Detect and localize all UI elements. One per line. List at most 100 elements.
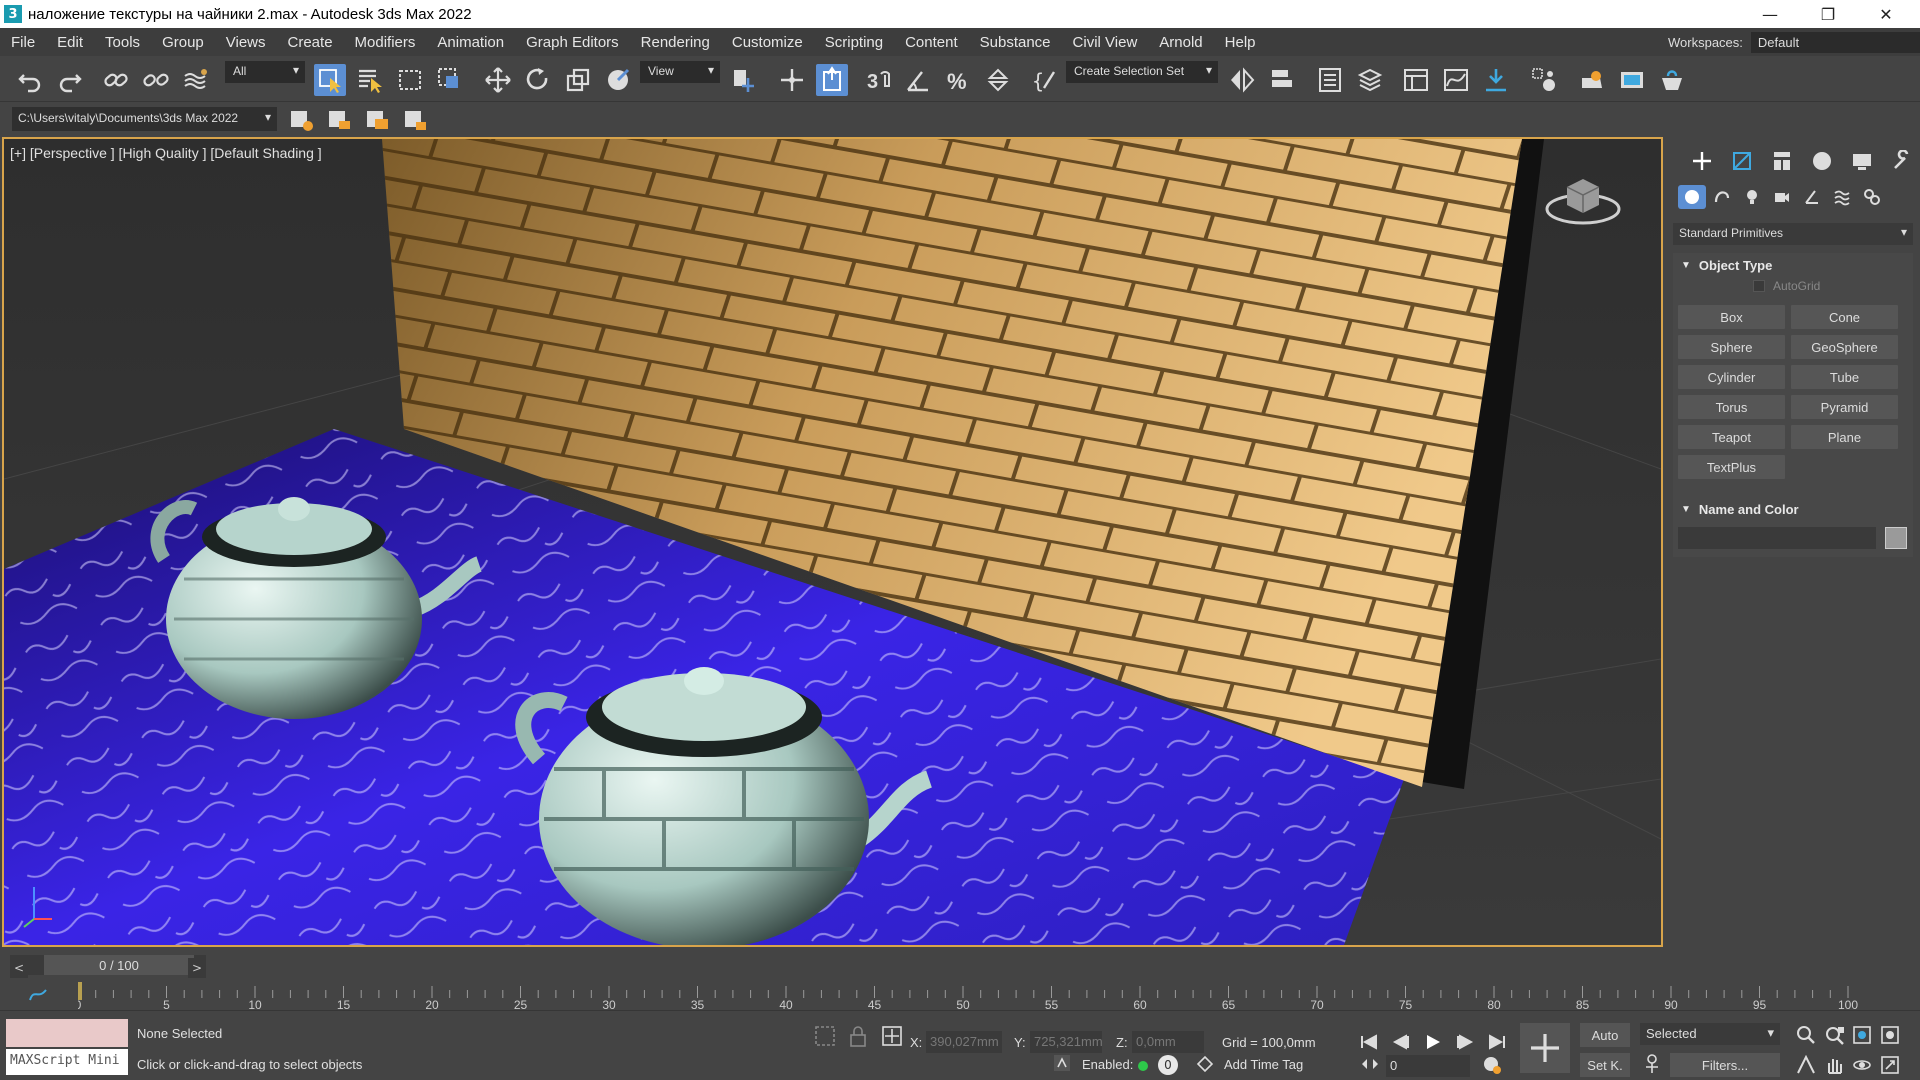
menu-content[interactable]: Content bbox=[894, 34, 969, 51]
render-frame-window-icon[interactable] bbox=[1616, 64, 1648, 96]
shapes-category-icon[interactable] bbox=[1708, 185, 1736, 209]
menu-civil-view[interactable]: Civil View bbox=[1062, 34, 1149, 51]
pivot-center-icon[interactable] bbox=[728, 64, 760, 96]
zoom-extents-all-icon[interactable] bbox=[1880, 1025, 1900, 1049]
selection-filter-dropdown[interactable]: All bbox=[225, 61, 305, 83]
object-color-swatch[interactable] bbox=[1885, 527, 1907, 549]
teapot-button[interactable]: Teapot bbox=[1678, 425, 1785, 449]
scene-explorer-icon[interactable] bbox=[1314, 64, 1346, 96]
go-to-start-icon[interactable] bbox=[1356, 1029, 1382, 1055]
systems-category-icon[interactable] bbox=[1858, 185, 1886, 209]
workspace-dropdown[interactable]: Default bbox=[1750, 32, 1920, 53]
hierarchy-tab-icon[interactable] bbox=[1768, 147, 1796, 175]
menu-modifiers[interactable]: Modifiers bbox=[344, 34, 427, 51]
plane-button[interactable]: Plane bbox=[1791, 425, 1898, 449]
percent-snap-icon[interactable]: % bbox=[942, 64, 974, 96]
geosphere-button[interactable]: GeoSphere bbox=[1791, 335, 1898, 359]
motion-tab-icon[interactable] bbox=[1808, 147, 1836, 175]
link-icon[interactable] bbox=[100, 64, 132, 96]
x-coordinate-field[interactable]: 390,027mm bbox=[926, 1031, 1002, 1053]
zoom-extents-icon[interactable] bbox=[1852, 1025, 1872, 1049]
add-time-tag-button[interactable]: Add Time Tag bbox=[1224, 1057, 1303, 1072]
menu-create[interactable]: Create bbox=[277, 34, 344, 51]
move-icon[interactable] bbox=[482, 64, 514, 96]
curve-editor-mini-icon[interactable] bbox=[28, 986, 48, 1006]
bind-space-warp-icon[interactable] bbox=[180, 64, 212, 96]
key-mode-toggle-icon[interactable] bbox=[1360, 1055, 1380, 1077]
align-icon[interactable] bbox=[1266, 64, 1298, 96]
geometry-category-icon[interactable] bbox=[1678, 185, 1706, 209]
space-warps-category-icon[interactable] bbox=[1828, 185, 1856, 209]
time-slider-next-button[interactable]: > bbox=[188, 958, 206, 978]
box-button[interactable]: Box bbox=[1678, 305, 1785, 329]
viewcube-icon[interactable] bbox=[1543, 169, 1623, 233]
project-path-dropdown[interactable]: C:\Users\vitaly\Documents\3ds Max 2022 bbox=[12, 107, 277, 131]
menu-animation[interactable]: Animation bbox=[426, 34, 515, 51]
set-key-button[interactable]: Set K. bbox=[1580, 1053, 1630, 1077]
maxscript-mini-listener[interactable]: MAXScript Mini bbox=[6, 1049, 128, 1075]
reference-coordinate-dropdown[interactable]: View bbox=[640, 61, 720, 83]
snaps-toggle-icon[interactable]: 3 bbox=[862, 64, 894, 96]
absolute-mode-icon[interactable] bbox=[880, 1024, 904, 1052]
render-production-icon[interactable] bbox=[1656, 64, 1688, 96]
scale-icon[interactable] bbox=[562, 64, 594, 96]
cameras-category-icon[interactable] bbox=[1768, 185, 1796, 209]
time-tag-icon[interactable] bbox=[1196, 1055, 1214, 1077]
frame-ruler[interactable]: 0510152025303540455055606570758085909510… bbox=[74, 978, 1868, 1012]
autogrid-checkbox[interactable]: AutoGrid bbox=[1753, 279, 1820, 293]
key-filter-dropdown[interactable]: Selected bbox=[1640, 1023, 1780, 1045]
modify-tab-icon[interactable] bbox=[1728, 147, 1756, 175]
restore-button[interactable]: ❐ bbox=[1799, 0, 1857, 28]
viewport-label[interactable]: [+] [Perspective ] [High Quality ] [Defa… bbox=[10, 145, 322, 161]
mirror-icon[interactable] bbox=[1226, 64, 1258, 96]
undo-icon[interactable] bbox=[14, 64, 46, 96]
enabled-toggle[interactable]: 0 bbox=[1158, 1055, 1178, 1075]
spinner-snap-icon[interactable] bbox=[982, 64, 1014, 96]
create-tab-icon[interactable] bbox=[1688, 147, 1716, 175]
close-button[interactable]: ✕ bbox=[1857, 0, 1915, 28]
material-editor-icon[interactable] bbox=[1528, 64, 1560, 96]
current-frame-field[interactable]: 0 bbox=[1386, 1055, 1470, 1077]
display-tab-icon[interactable] bbox=[1848, 147, 1876, 175]
filters-button[interactable]: Filters... bbox=[1670, 1053, 1780, 1077]
cone-button[interactable]: Cone bbox=[1791, 305, 1898, 329]
time-slider-handle[interactable]: 0 / 100 bbox=[44, 955, 194, 975]
key-filters-icon[interactable] bbox=[1642, 1053, 1662, 1079]
named-selection-dropdown[interactable]: Create Selection Set bbox=[1066, 61, 1218, 83]
menu-edit[interactable]: Edit bbox=[46, 34, 94, 51]
menu-arnold[interactable]: Arnold bbox=[1148, 34, 1213, 51]
time-configuration-icon[interactable] bbox=[1482, 1055, 1502, 1079]
curve-editor-icon[interactable] bbox=[1440, 64, 1472, 96]
select-manipulate-icon[interactable] bbox=[776, 64, 808, 96]
render-setup-icon[interactable] bbox=[1576, 64, 1608, 96]
zoom-icon[interactable] bbox=[1796, 1025, 1816, 1049]
time-slider-prev-button[interactable]: < bbox=[10, 958, 28, 978]
isolate-selection-icon[interactable] bbox=[812, 1023, 838, 1053]
previous-frame-icon[interactable] bbox=[1388, 1029, 1414, 1055]
zoom-all-icon[interactable] bbox=[1824, 1025, 1846, 1049]
schematic-view-icon[interactable] bbox=[1480, 64, 1512, 96]
project-folder-icon[interactable] bbox=[362, 104, 394, 136]
menu-group[interactable]: Group bbox=[151, 34, 215, 51]
auto-key-button[interactable]: Auto bbox=[1580, 1023, 1630, 1047]
helpers-category-icon[interactable] bbox=[1798, 185, 1826, 209]
adaptive-degradation-icon[interactable] bbox=[1052, 1053, 1072, 1077]
layer-explorer-icon[interactable] bbox=[1354, 64, 1386, 96]
selection-lock-icon[interactable] bbox=[848, 1023, 868, 1053]
ribbon-toggle-icon[interactable] bbox=[1400, 64, 1432, 96]
perspective-viewport[interactable]: [+] [Perspective ] [High Quality ] [Defa… bbox=[2, 137, 1663, 947]
project-template-icon[interactable] bbox=[400, 104, 432, 136]
project-settings-icon[interactable] bbox=[286, 104, 318, 136]
sphere-button[interactable]: Sphere bbox=[1678, 335, 1785, 359]
object-category-dropdown[interactable]: Standard Primitives bbox=[1673, 223, 1913, 245]
place-icon[interactable] bbox=[602, 64, 634, 96]
redo-icon[interactable] bbox=[54, 64, 86, 96]
y-coordinate-field[interactable]: 725,321mm bbox=[1030, 1031, 1103, 1053]
object-type-header[interactable]: ▼ Object Type bbox=[1673, 253, 1913, 277]
create-project-icon[interactable] bbox=[324, 104, 356, 136]
menu-views[interactable]: Views bbox=[215, 34, 277, 51]
menu-substance[interactable]: Substance bbox=[969, 34, 1062, 51]
object-name-input[interactable] bbox=[1678, 527, 1876, 549]
torus-button[interactable]: Torus bbox=[1678, 395, 1785, 419]
menu-tools[interactable]: Tools bbox=[94, 34, 151, 51]
